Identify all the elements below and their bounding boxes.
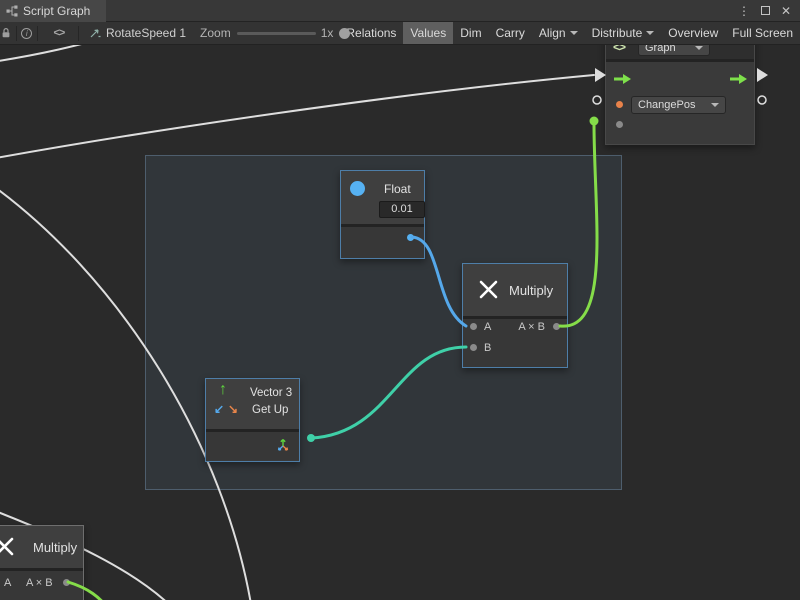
toolbar-divider <box>16 26 17 41</box>
multiply2-node-title: Multiply <box>33 540 77 555</box>
multiply-output-label: A × B <box>518 321 545 333</box>
multiply2-output-port[interactable] <box>63 579 70 586</box>
toolbar-divider <box>37 26 38 41</box>
changepos-dropdown[interactable]: ChangePos <box>631 96 726 114</box>
multiply-input-a-port[interactable] <box>470 323 477 330</box>
window-menu-button[interactable]: ⋮ <box>738 0 750 22</box>
script-machine-icon <box>89 27 102 39</box>
multiply2-input-a-label: A <box>4 577 11 589</box>
graph-canvas[interactable]: Float 0.01 Multiply A A × B <box>0 45 800 600</box>
window-close-button[interactable]: ✕ <box>781 0 791 22</box>
graph-target[interactable]: RotateSpeed 1 <box>89 26 186 40</box>
float-node[interactable]: Float 0.01 <box>340 170 425 259</box>
graph-target-label: RotateSpeed 1 <box>106 26 186 40</box>
event-target-port[interactable] <box>616 101 623 108</box>
vector3-type-icon <box>276 438 290 452</box>
multiply2-output-label: A × B <box>26 577 53 589</box>
values-button[interactable]: Values <box>403 22 453 45</box>
event-value-port[interactable] <box>616 121 623 128</box>
toolbar-divider <box>78 26 79 41</box>
titlebar: Script Graph ⋮ ✕ <box>0 0 800 22</box>
zoom-value: 1x <box>321 26 334 40</box>
chevron-down-icon <box>570 31 578 35</box>
window-title: Script Graph <box>23 4 90 18</box>
vector3-up-arrow-icon: ↑ <box>219 381 227 399</box>
graph-dropdown[interactable]: Graph <box>638 45 710 56</box>
wire-top-left[interactable] <box>0 45 115 63</box>
chevron-down-icon <box>695 46 703 50</box>
graph-toolbar: i <> RotateSpeed 1 Zoom 1x Relations Val… <box>0 22 800 45</box>
zoom-slider-handle[interactable] <box>339 28 350 39</box>
multiply-icon <box>477 278 500 301</box>
multiply-input-b-label: B <box>484 342 491 354</box>
multiply-input-a-label: A <box>484 321 491 333</box>
overview-button[interactable]: Overview <box>661 22 725 45</box>
zoom-slider-track <box>237 32 316 35</box>
info-icon[interactable]: i <box>21 22 33 44</box>
chevron-down-icon <box>646 31 654 35</box>
align-button[interactable]: Align <box>532 22 585 45</box>
changepos-event-node[interactable]: <> Graph <box>605 45 755 145</box>
multiply-node-2[interactable]: Multiply A A × B <box>0 525 84 600</box>
float-node-title: Float <box>384 182 411 196</box>
float-output-port[interactable] <box>407 234 414 241</box>
dim-button[interactable]: Dim <box>453 22 488 45</box>
zoom-label: Zoom <box>200 26 231 40</box>
get-out-arrow-icon: ↘ <box>228 402 238 416</box>
multiply-node-title: Multiply <box>509 283 553 298</box>
get-in-arrow-icon: ↙ <box>214 402 224 416</box>
script-graph-icon <box>6 5 18 17</box>
multiply-node[interactable]: Multiply A A × B B <box>462 263 568 368</box>
float-icon <box>350 181 365 196</box>
multiply-icon <box>0 535 16 558</box>
distribute-button[interactable]: Distribute <box>585 22 662 45</box>
zoom-slider[interactable] <box>237 22 316 44</box>
edit-graph-icon[interactable]: <> <box>53 27 64 39</box>
multiply-input-b-port[interactable] <box>470 344 477 351</box>
flow-input-arrow-icon[interactable] <box>614 72 632 90</box>
chevron-down-icon <box>711 103 719 107</box>
graph-code-icon: <> <box>613 45 625 54</box>
wire-flow-in[interactable] <box>0 75 594 160</box>
float-value-input[interactable]: 0.01 <box>379 201 425 218</box>
window-maximize-button[interactable] <box>761 0 770 22</box>
lock-icon[interactable] <box>0 22 12 44</box>
multiply-output-port[interactable] <box>553 323 560 330</box>
carry-button[interactable]: Carry <box>489 22 532 45</box>
get-up-subtitle: Get Up <box>252 404 288 416</box>
vector3-get-up-node[interactable]: ↑ Vector 3 ↙ ↘ Get Up <box>205 378 300 462</box>
fullscreen-button[interactable]: Full Screen <box>725 22 800 45</box>
script-graph-window: Script Graph ⋮ ✕ i <> RotateSpeed 1 <box>0 0 800 600</box>
tab-script-graph[interactable]: Script Graph <box>0 0 106 22</box>
flow-output-arrow-icon[interactable] <box>730 72 748 90</box>
vector3-node-title: Vector 3 <box>250 387 292 399</box>
maximize-icon <box>761 6 770 15</box>
